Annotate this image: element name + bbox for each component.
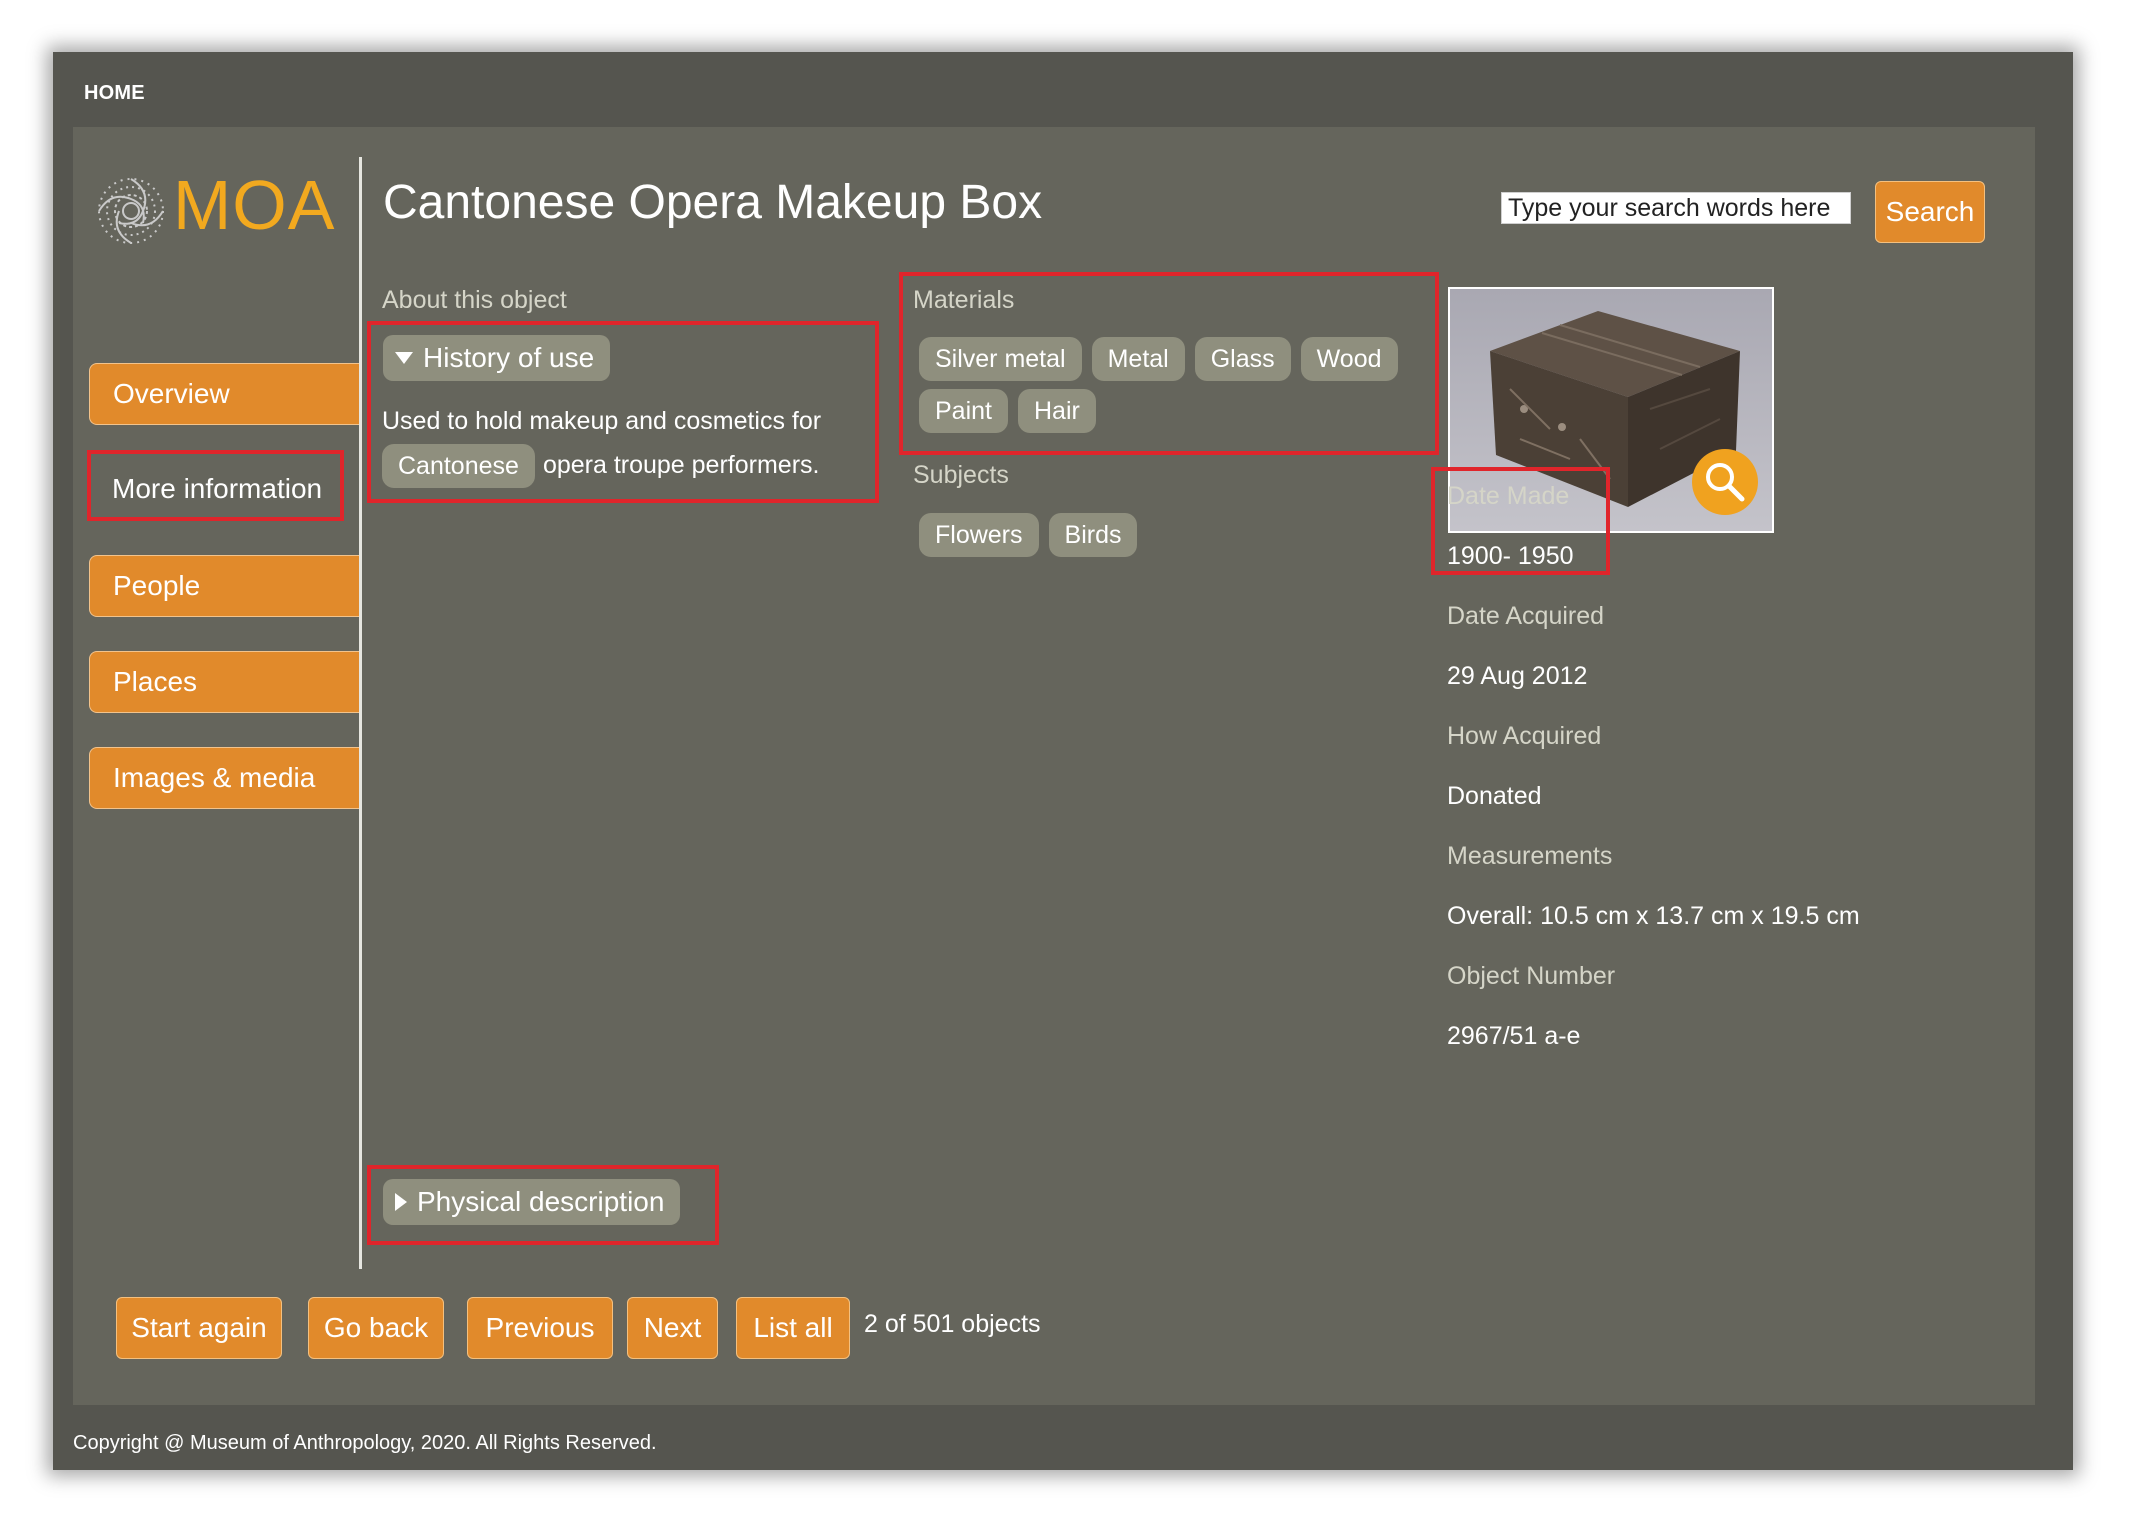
footer-copyright: Copyright @ Museum of Anthropology, 2020… xyxy=(73,1432,657,1454)
spiral-logo-icon xyxy=(98,178,164,244)
home-link[interactable]: HOME xyxy=(84,82,145,105)
tag-paint[interactable]: Paint xyxy=(919,389,1008,433)
page-title: Cantonese Opera Makeup Box xyxy=(383,176,1043,229)
subjects-tags: Flowers Birds xyxy=(919,513,1459,565)
sidebar-item-places[interactable]: Places xyxy=(89,651,359,713)
materials-label: Materials xyxy=(913,286,1015,314)
previous-button[interactable]: Previous xyxy=(467,1297,613,1359)
tag-birds[interactable]: Birds xyxy=(1048,513,1138,557)
logo-text: MOA xyxy=(173,166,336,244)
moa-logo[interactable]: MOA xyxy=(91,165,334,255)
history-of-use-text: Used to hold makeup and cosmetics for Ca… xyxy=(382,399,862,489)
date-made-value: 1900- 1950 xyxy=(1447,542,1574,570)
how-acquired-value: Donated xyxy=(1447,782,1542,810)
how-acquired-label: How Acquired xyxy=(1447,722,1602,750)
magnifier-icon xyxy=(1706,463,1745,502)
measurements-label: Measurements xyxy=(1447,842,1613,870)
history-text-before: Used to hold makeup and cosmetics for xyxy=(382,407,822,435)
app-window: HOME MOA Cantonese Opera Makeup Box Type… xyxy=(53,52,2073,1470)
tag-metal[interactable]: Metal xyxy=(1091,337,1185,381)
sidebar-item-images-media[interactable]: Images & media xyxy=(89,747,359,809)
list-all-button[interactable]: List all xyxy=(736,1297,850,1359)
tag-hair[interactable]: Hair xyxy=(1017,389,1096,433)
caret-down-icon xyxy=(395,351,413,364)
sidebar-item-people[interactable]: People xyxy=(89,555,359,617)
object-number-value: 2967/51 a-e xyxy=(1447,1022,1581,1050)
tag-flowers[interactable]: Flowers xyxy=(919,513,1039,557)
go-back-button[interactable]: Go back xyxy=(308,1297,444,1359)
materials-tags: Silver metal Metal Glass Wood Paint Hair xyxy=(919,337,1459,441)
history-text-after: opera troupe performers. xyxy=(542,451,820,479)
object-page: MOA Cantonese Opera Makeup Box Search Ov… xyxy=(73,127,2035,1405)
subjects-label: Subjects xyxy=(913,461,1009,489)
result-count: 2 of 501 objects xyxy=(864,1310,1041,1338)
sidebar-item-overview[interactable]: Overview xyxy=(89,363,359,425)
next-button[interactable]: Next xyxy=(627,1297,718,1359)
start-again-button[interactable]: Start again xyxy=(116,1297,282,1359)
search-button[interactable]: Search xyxy=(1875,181,1985,243)
search-input[interactable] xyxy=(1501,192,1851,224)
date-made-label: Date Made xyxy=(1447,482,1570,510)
measurements-value: Overall: 10.5 cm x 13.7 cm x 19.5 cm xyxy=(1447,902,1860,930)
object-number-label: Object Number xyxy=(1447,962,1616,990)
tag-wood[interactable]: Wood xyxy=(1300,337,1398,381)
physical-description-toggle[interactable]: Physical description xyxy=(383,1179,681,1225)
sidebar-divider xyxy=(359,157,362,1269)
history-of-use-toggle[interactable]: History of use xyxy=(383,335,611,381)
about-label: About this object xyxy=(382,286,567,314)
date-acquired-value: 29 Aug 2012 xyxy=(1447,662,1588,690)
zoom-button[interactable] xyxy=(1692,449,1758,515)
date-acquired-label: Date Acquired xyxy=(1447,602,1605,630)
tag-cantonese[interactable]: Cantonese xyxy=(382,444,535,489)
caret-right-icon xyxy=(395,1192,407,1211)
tag-glass[interactable]: Glass xyxy=(1194,337,1291,381)
sidebar-item-more-information[interactable]: More information xyxy=(89,459,359,521)
tag-silver-metal[interactable]: Silver metal xyxy=(919,337,1082,381)
physical-description-label: Physical description xyxy=(417,1186,665,1217)
history-of-use-label: History of use xyxy=(423,342,595,373)
